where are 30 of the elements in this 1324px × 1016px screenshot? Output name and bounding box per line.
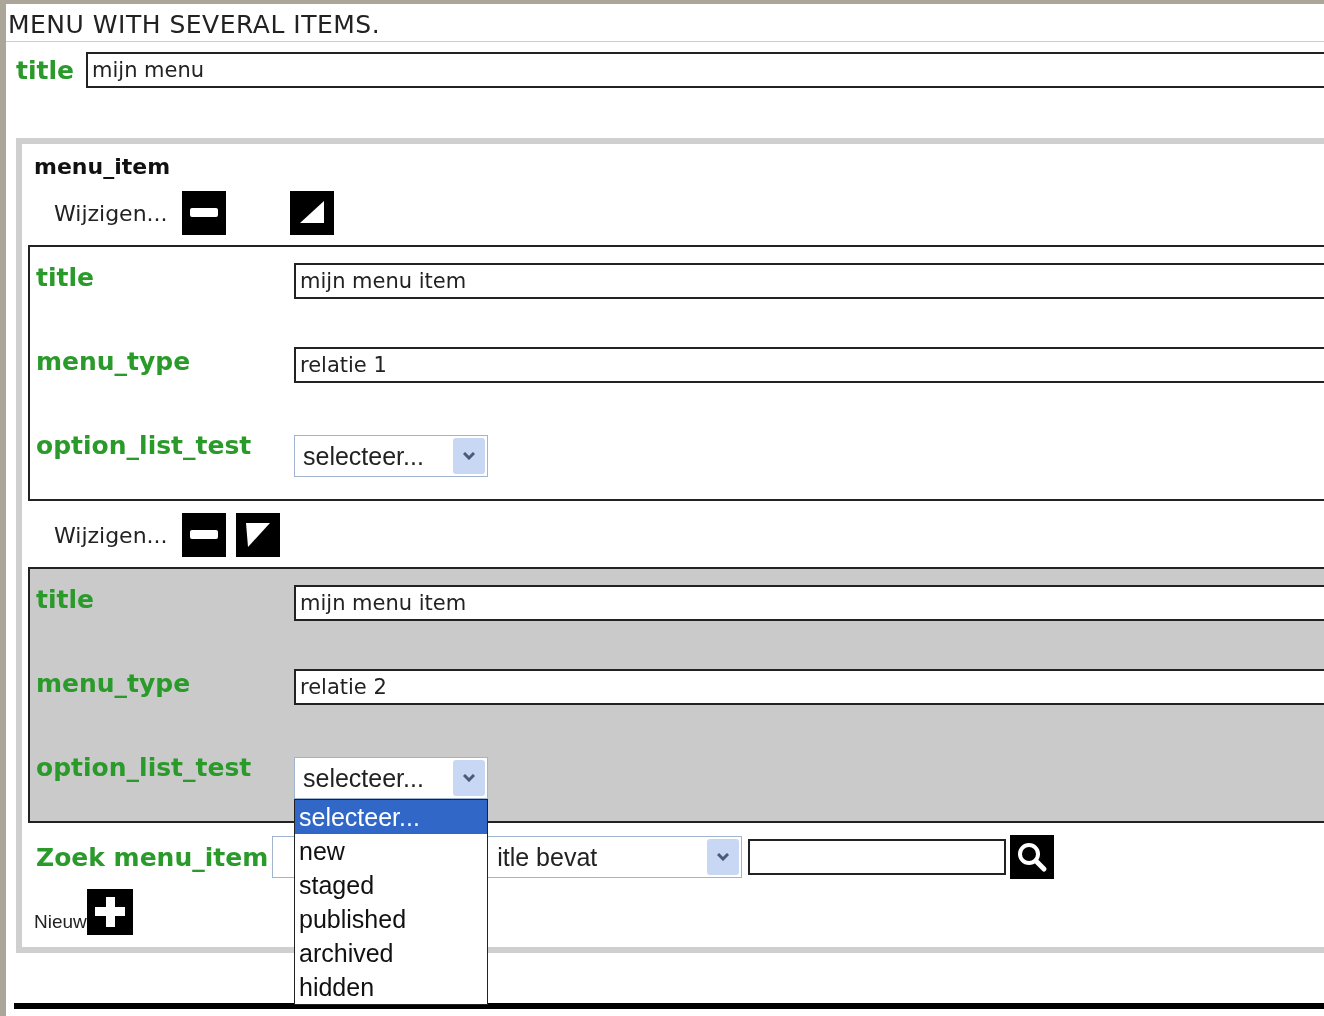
search-input[interactable] [748, 839, 1007, 875]
dropdown-option[interactable]: hidden [295, 970, 487, 1004]
field-label: title [16, 55, 74, 85]
chevron-icon [453, 438, 485, 474]
page-heading: MENU WITH SEVERAL ITEMS. [6, 4, 1324, 42]
text-input[interactable]: mijn menu item [294, 263, 1324, 299]
add-icon[interactable] [86, 889, 131, 933]
chevron-icon [453, 760, 485, 796]
text-input[interactable]: mijn menu item [294, 585, 1324, 621]
dropdown-option[interactable]: published [295, 902, 487, 936]
field-label: title [36, 585, 95, 614]
select-dropdown[interactable]: selecteer... [294, 757, 488, 799]
text-input[interactable]: relatie 2 [294, 669, 1324, 705]
field-label: option_list_test [36, 431, 253, 460]
dropdown-option[interactable]: selecteer... [295, 800, 487, 834]
dropdown-option[interactable]: new [295, 834, 487, 868]
field-label: menu_type [36, 669, 192, 698]
new-label: Nieuw [34, 911, 87, 933]
edit-label: Wijzigen... [54, 522, 168, 548]
select-dropdown[interactable]: selecteer... [294, 435, 488, 477]
chevron-icon [707, 839, 740, 875]
search-label: Zoek menu_item [36, 842, 269, 872]
field-label: option_list_test [36, 753, 253, 782]
field-label: menu_type [36, 347, 192, 376]
title-input[interactable]: mijn menu [86, 52, 1324, 88]
dropdown-option[interactable]: archived [295, 936, 487, 970]
section-title: menu_item [34, 154, 172, 179]
text-input[interactable]: relatie 1 [294, 347, 1324, 383]
field-label: title [36, 263, 95, 292]
edit-label: Wijzigen... [54, 200, 168, 226]
